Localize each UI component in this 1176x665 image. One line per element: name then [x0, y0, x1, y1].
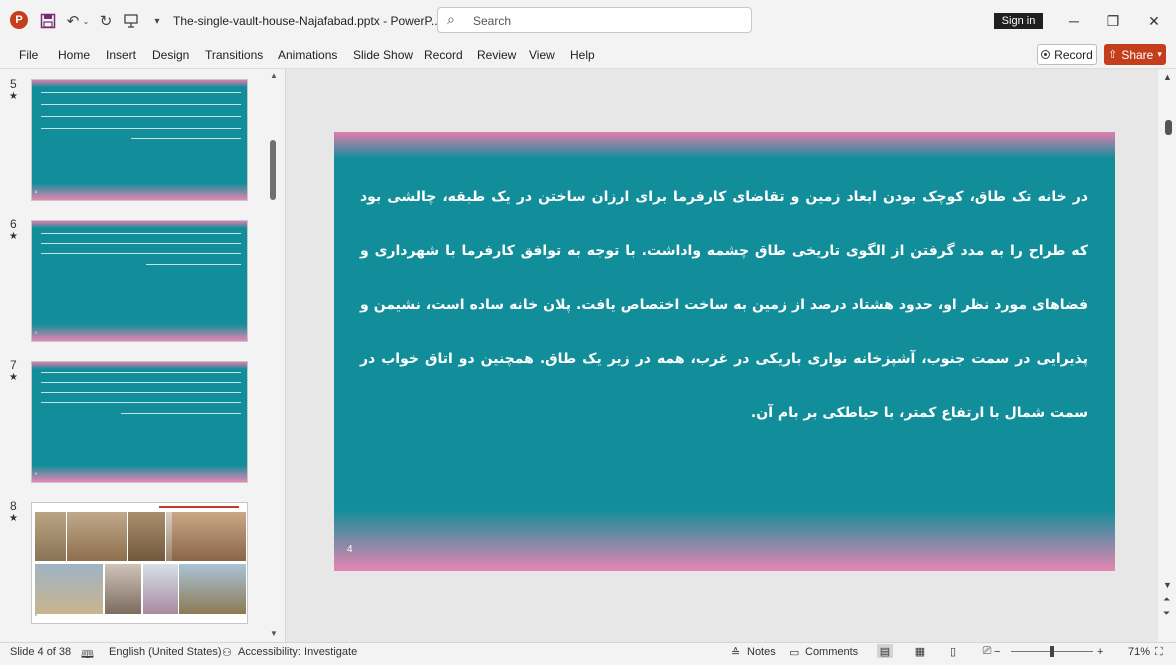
slide-thumbnail-5[interactable]: ۵ — [31, 79, 248, 201]
accessibility-status[interactable]: Accessibility: Investigate — [238, 646, 357, 658]
comments-button[interactable]: Comments — [805, 646, 858, 658]
animation-star-icon: ★ — [9, 91, 18, 102]
thumbnail-slide-label: ۶ — [35, 330, 38, 335]
thumbnail-number: 6 — [10, 217, 17, 231]
thumbnail-scrollbar[interactable] — [270, 140, 276, 200]
slide-sorter-icon[interactable]: ▦ — [912, 644, 928, 658]
scroll-up-icon[interactable]: ▲ — [1163, 72, 1172, 82]
photo-thumbnail — [67, 512, 127, 561]
tab-help[interactable]: Help — [570, 48, 595, 62]
photo-thumbnail — [143, 564, 178, 614]
slide-thumbnail-7[interactable]: ۷ — [31, 361, 248, 483]
zoom-slider-thumb[interactable] — [1050, 646, 1054, 657]
customize-toolbar-icon[interactable]: ▾ — [147, 11, 167, 31]
slide-thumbnail-8[interactable]: ۸ — [31, 502, 248, 624]
ribbon-tabs: File Home Insert Design Transitions Anim… — [0, 42, 1176, 68]
tab-record[interactable]: Record — [424, 48, 463, 62]
undo-icon[interactable]: ↶ — [63, 11, 83, 31]
photo-thumbnail — [35, 564, 103, 614]
photo-thumbnail — [128, 512, 165, 561]
next-slide-icon[interactable]: ⏷ — [1163, 608, 1170, 619]
powerpoint-logo-icon: P — [10, 11, 28, 29]
thumbnail-title-line — [159, 506, 239, 508]
share-dropdown-icon: ▾ — [1157, 49, 1162, 59]
search-box[interactable]: ⌕ Search — [437, 7, 752, 33]
current-slide[interactable]: در خانه تک طاق، کوچک بودن ابعاد زمین و ت… — [334, 132, 1115, 571]
title-bar: P ↶ ⌄ ↻ ▾ The-single-vault-house-Najafab… — [0, 0, 1176, 42]
notes-button[interactable]: Notes — [747, 646, 776, 658]
scroll-down-icon[interactable]: ▼ — [1163, 580, 1172, 590]
normal-view-icon[interactable]: ▤ — [877, 644, 893, 658]
tab-home[interactable]: Home — [58, 48, 90, 62]
notes-icon[interactable]: ≙ — [731, 646, 740, 659]
record-button-label: Record — [1054, 47, 1093, 62]
thumbnail-slide-label: ۵ — [35, 189, 38, 194]
share-button-label: Share — [1121, 47, 1154, 62]
tab-design[interactable]: Design — [152, 48, 189, 62]
previous-slide-icon[interactable]: ⏶ — [1163, 594, 1170, 605]
close-icon[interactable]: ✕ — [1144, 11, 1164, 31]
language-indicator[interactable]: English (United States) — [109, 646, 222, 658]
thumbnail-number: 5 — [10, 77, 17, 91]
present-from-beginning-icon[interactable] — [121, 11, 141, 31]
photo-thumbnail — [172, 512, 246, 561]
accessibility-icon[interactable]: ⚇ — [222, 646, 232, 659]
tab-review[interactable]: Review — [477, 48, 516, 62]
fit-to-window-icon[interactable]: ⛶ — [1155, 646, 1163, 659]
minimize-icon[interactable]: ─ — [1064, 11, 1084, 31]
record-icon — [1041, 50, 1051, 59]
thumbnail-slide-label: ۸ — [35, 612, 38, 617]
spelling-icon[interactable]: 🕮 — [81, 646, 94, 665]
tab-file[interactable]: File — [19, 48, 38, 62]
thumbnail-slide-label: ۷ — [35, 471, 38, 476]
restore-icon[interactable]: ❐ — [1103, 11, 1123, 31]
tab-view[interactable]: View — [529, 48, 555, 62]
scroll-down-icon[interactable]: ▼ — [270, 629, 278, 638]
share-icon: ⇧ — [1108, 49, 1118, 61]
redo-icon[interactable]: ↻ — [96, 11, 116, 31]
document-title: The-single-vault-house-Najafabad.pptx - … — [173, 14, 441, 28]
save-icon[interactable] — [38, 11, 58, 31]
photo-thumbnail — [179, 564, 246, 614]
share-button[interactable]: ⇧ Share ▾ — [1104, 44, 1166, 65]
animation-star-icon: ★ — [9, 231, 18, 242]
thumbnail-number: 8 — [10, 499, 17, 513]
photo-thumbnail — [105, 564, 141, 614]
status-bar: Slide 4 of 38 🕮 English (United States) … — [0, 642, 1176, 661]
animation-star-icon: ★ — [9, 372, 18, 383]
thumbnail-number: 7 — [10, 358, 17, 372]
zoom-level[interactable]: 71% — [1128, 646, 1150, 658]
search-placeholder: Search — [473, 14, 512, 28]
animation-star-icon: ★ — [9, 513, 18, 524]
tab-slide-show[interactable]: Slide Show — [353, 48, 413, 62]
tab-animations[interactable]: Animations — [278, 48, 337, 62]
record-button[interactable]: Record — [1037, 44, 1097, 65]
editor-scrollbar[interactable] — [1159, 69, 1176, 642]
slide-show-icon[interactable]: ⎚ — [979, 644, 995, 658]
tab-transitions[interactable]: Transitions — [205, 48, 263, 62]
slide-body-text[interactable]: در خانه تک طاق، کوچک بودن ابعاد زمین و ت… — [360, 170, 1088, 440]
slide-indicator: Slide 4 of 38 — [10, 646, 72, 658]
zoom-in-icon[interactable]: + — [1097, 646, 1103, 658]
scroll-up-icon[interactable]: ▲ — [270, 71, 278, 80]
sign-in-button[interactable]: Sign in — [994, 13, 1043, 29]
slide-number: 4 — [347, 544, 353, 555]
comments-icon[interactable]: ▭ — [789, 646, 799, 659]
undo-dropdown-icon[interactable]: ⌄ — [81, 11, 91, 31]
photo-thumbnail — [35, 512, 66, 561]
tab-insert[interactable]: Insert — [106, 48, 136, 62]
slide-thumbnail-6[interactable]: ۶ — [31, 220, 248, 342]
reading-view-icon[interactable]: ▯ — [945, 644, 961, 658]
editor-scroll-thumb[interactable] — [1165, 120, 1172, 135]
search-icon: ⌕ — [447, 11, 455, 27]
